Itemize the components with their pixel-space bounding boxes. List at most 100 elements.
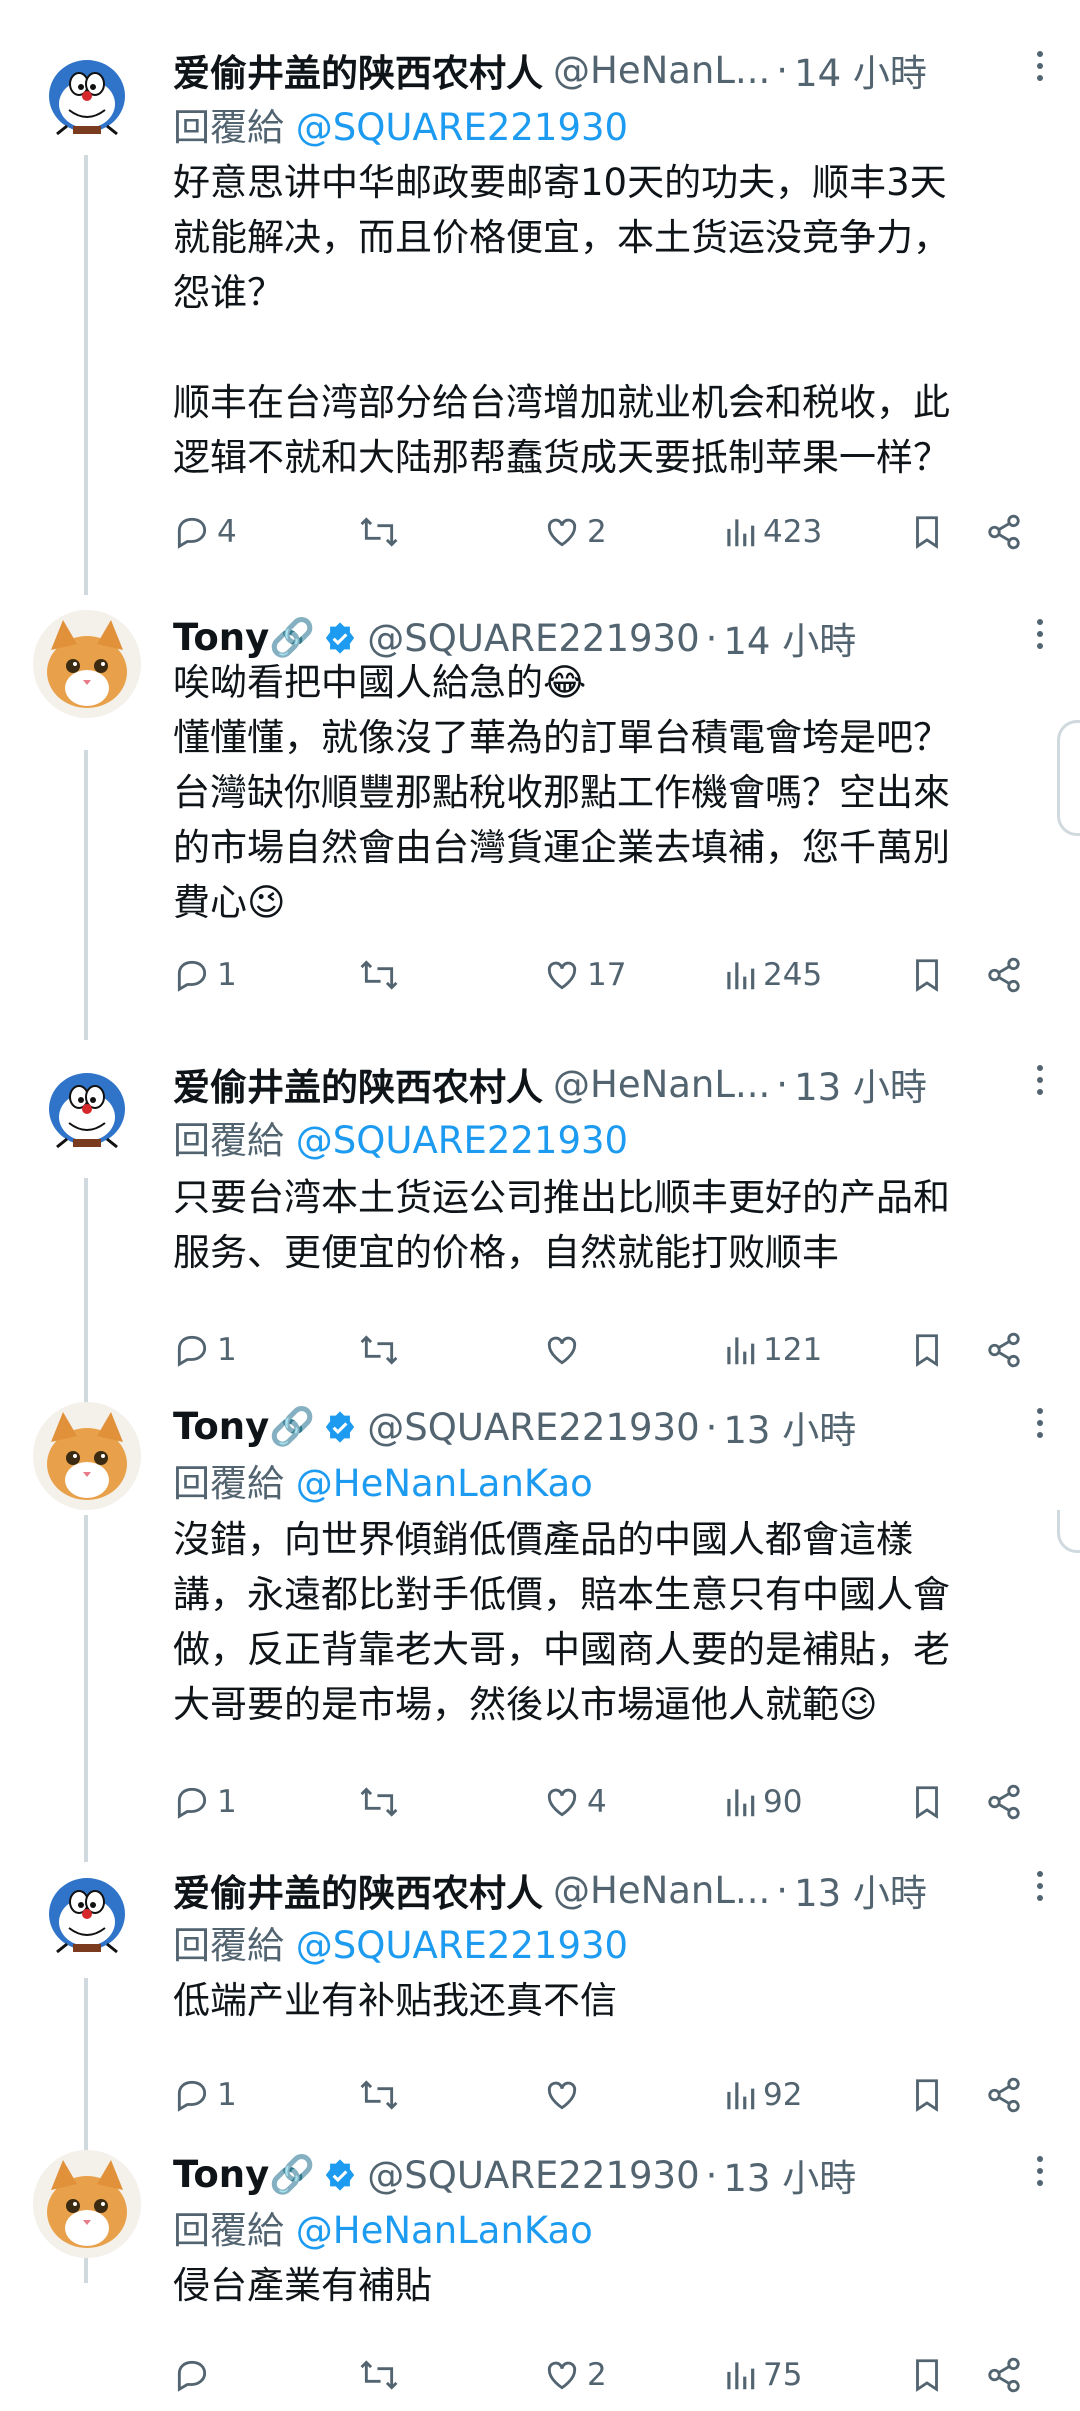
timestamp[interactable]: 13 小時 <box>794 1863 927 1917</box>
bookmark-button[interactable] <box>910 1325 944 1375</box>
repost-button[interactable] <box>358 2070 406 2120</box>
author-handle[interactable]: @HeNanL... <box>553 1063 770 1106</box>
author-handle[interactable]: @HeNanL... <box>553 1869 770 1912</box>
bookmark-button[interactable] <box>910 950 944 1000</box>
like-count: 2 <box>587 2357 607 2393</box>
bookmark-button[interactable] <box>910 2070 944 2120</box>
author-name[interactable]: Tony🔗 <box>173 616 315 660</box>
share-button[interactable] <box>985 2350 1023 2400</box>
separator-dot: · <box>705 1405 718 1449</box>
repost-button[interactable] <box>358 1325 406 1375</box>
more-icon[interactable] <box>1030 1060 1050 1100</box>
share-button[interactable] <box>985 1325 1023 1375</box>
reply-button[interactable]: 1 <box>173 950 237 1000</box>
author-handle[interactable]: @SQUARE221930 <box>367 617 699 660</box>
like-icon <box>547 1788 577 1817</box>
reply-icon <box>177 2360 207 2392</box>
views-button[interactable]: 245 <box>723 950 822 1000</box>
reply-count: 1 <box>217 957 237 993</box>
author-handle[interactable]: @SQUARE221930 <box>367 1406 699 1449</box>
timestamp[interactable]: 14 小時 <box>794 43 927 97</box>
reply-button[interactable]: 1 <box>173 1325 237 1375</box>
reply-button[interactable] <box>173 2350 217 2400</box>
bookmark-button[interactable] <box>910 1777 944 1827</box>
views-count: 92 <box>763 2077 803 2113</box>
share-button[interactable] <box>985 507 1023 557</box>
side-pull-tab[interactable] <box>1057 1510 1080 1553</box>
timestamp[interactable]: 13 小時 <box>723 1400 856 1454</box>
reply-button[interactable]: 1 <box>173 2070 237 2120</box>
reply-icon <box>177 960 207 992</box>
reply-count: 1 <box>217 2077 237 2113</box>
views-icon <box>727 1337 755 1365</box>
reply-icon <box>177 1787 207 1819</box>
more-icon[interactable] <box>1030 1866 1050 1906</box>
separator-dot: · <box>776 1062 789 1106</box>
like-button[interactable]: 4 <box>543 1777 607 1827</box>
share-button[interactable] <box>985 2070 1023 2120</box>
bookmark-icon <box>916 2079 938 2112</box>
avatar[interactable] <box>33 44 141 152</box>
views-button[interactable]: 92 <box>723 2070 802 2120</box>
replying-handle[interactable]: @HeNanLanKao <box>296 2209 593 2252</box>
views-button[interactable]: 90 <box>723 1777 802 1827</box>
share-button[interactable] <box>985 1777 1023 1827</box>
like-button[interactable]: 17 <box>543 950 626 1000</box>
replying-handle[interactable]: @SQUARE221930 <box>296 1924 628 1967</box>
like-button[interactable]: 2 <box>543 507 607 557</box>
reply-button[interactable]: 1 <box>173 1777 237 1827</box>
author-handle[interactable]: @HeNanL... <box>553 49 770 92</box>
author-name[interactable]: 爱偷井盖的陕西农村人 <box>173 1057 543 1111</box>
avatar[interactable] <box>33 1057 141 1165</box>
repost-button[interactable] <box>358 950 406 1000</box>
views-button[interactable]: 423 <box>723 507 822 557</box>
author-name[interactable]: 爱偷井盖的陕西农村人 <box>173 43 543 97</box>
author-name[interactable]: Tony🔗 <box>173 1405 315 1449</box>
replying-handle[interactable]: @SQUARE221930 <box>296 106 628 149</box>
replying-handle[interactable]: @HeNanLanKao <box>296 1462 593 1505</box>
replying-label: 回覆給 <box>173 2209 284 2252</box>
verified-badge-icon <box>326 1411 355 1443</box>
like-button[interactable]: 2 <box>543 2350 607 2400</box>
views-button[interactable]: 121 <box>723 1325 822 1375</box>
avatar[interactable] <box>33 610 141 718</box>
tweet-text: 只要台湾本土货运公司推出比顺丰更好的产品和 服务、更便宜的价格，自然就能打败顺丰 <box>173 1176 950 1274</box>
author-handle[interactable]: @SQUARE221930 <box>367 2154 699 2197</box>
share-icon <box>988 2077 1020 2113</box>
reply-button[interactable]: 4 <box>173 507 237 557</box>
views-count: 245 <box>763 957 823 993</box>
avatar[interactable] <box>33 1402 141 1510</box>
bookmark-button[interactable] <box>910 507 944 557</box>
timestamp[interactable]: 13 小時 <box>794 1057 927 1111</box>
author-name[interactable]: Tony🔗 <box>173 2153 315 2197</box>
author-name[interactable]: 爱偷井盖的陕西农村人 <box>173 1863 543 1917</box>
more-icon[interactable] <box>1030 46 1050 86</box>
repost-button[interactable] <box>358 1777 406 1827</box>
timestamp[interactable]: 13 小時 <box>723 2148 856 2202</box>
like-button[interactable] <box>543 2070 587 2120</box>
share-button[interactable] <box>985 950 1023 1000</box>
bookmark-icon <box>916 1786 938 1819</box>
repost-button[interactable] <box>358 507 406 557</box>
more-icon[interactable] <box>1030 614 1050 654</box>
tweet-text: 侵台產業有補貼 <box>173 2264 432 2307</box>
tweet-text: 低端产业有补贴我还真不信 <box>173 1979 617 2022</box>
bookmark-button[interactable] <box>910 2350 944 2400</box>
like-count: 4 <box>587 1784 607 1820</box>
action-bar: 1 92 <box>173 2070 1033 2120</box>
more-icon[interactable] <box>1030 2151 1050 2191</box>
more-icon[interactable] <box>1030 1403 1050 1443</box>
repost-button[interactable] <box>358 2350 406 2400</box>
share-icon <box>988 957 1020 993</box>
avatar[interactable] <box>33 1862 141 1970</box>
avatar[interactable] <box>33 2150 141 2258</box>
separator-dot: · <box>705 616 718 660</box>
like-button[interactable] <box>543 1325 587 1375</box>
views-count: 90 <box>763 1784 803 1820</box>
action-bar: 4 2 423 <box>173 507 1033 557</box>
replying-handle[interactable]: @SQUARE221930 <box>296 1119 628 1162</box>
thread-line <box>84 1178 88 1428</box>
side-pull-tab[interactable] <box>1057 720 1080 836</box>
reply-count: 1 <box>217 1784 237 1820</box>
views-button[interactable]: 75 <box>723 2350 802 2400</box>
